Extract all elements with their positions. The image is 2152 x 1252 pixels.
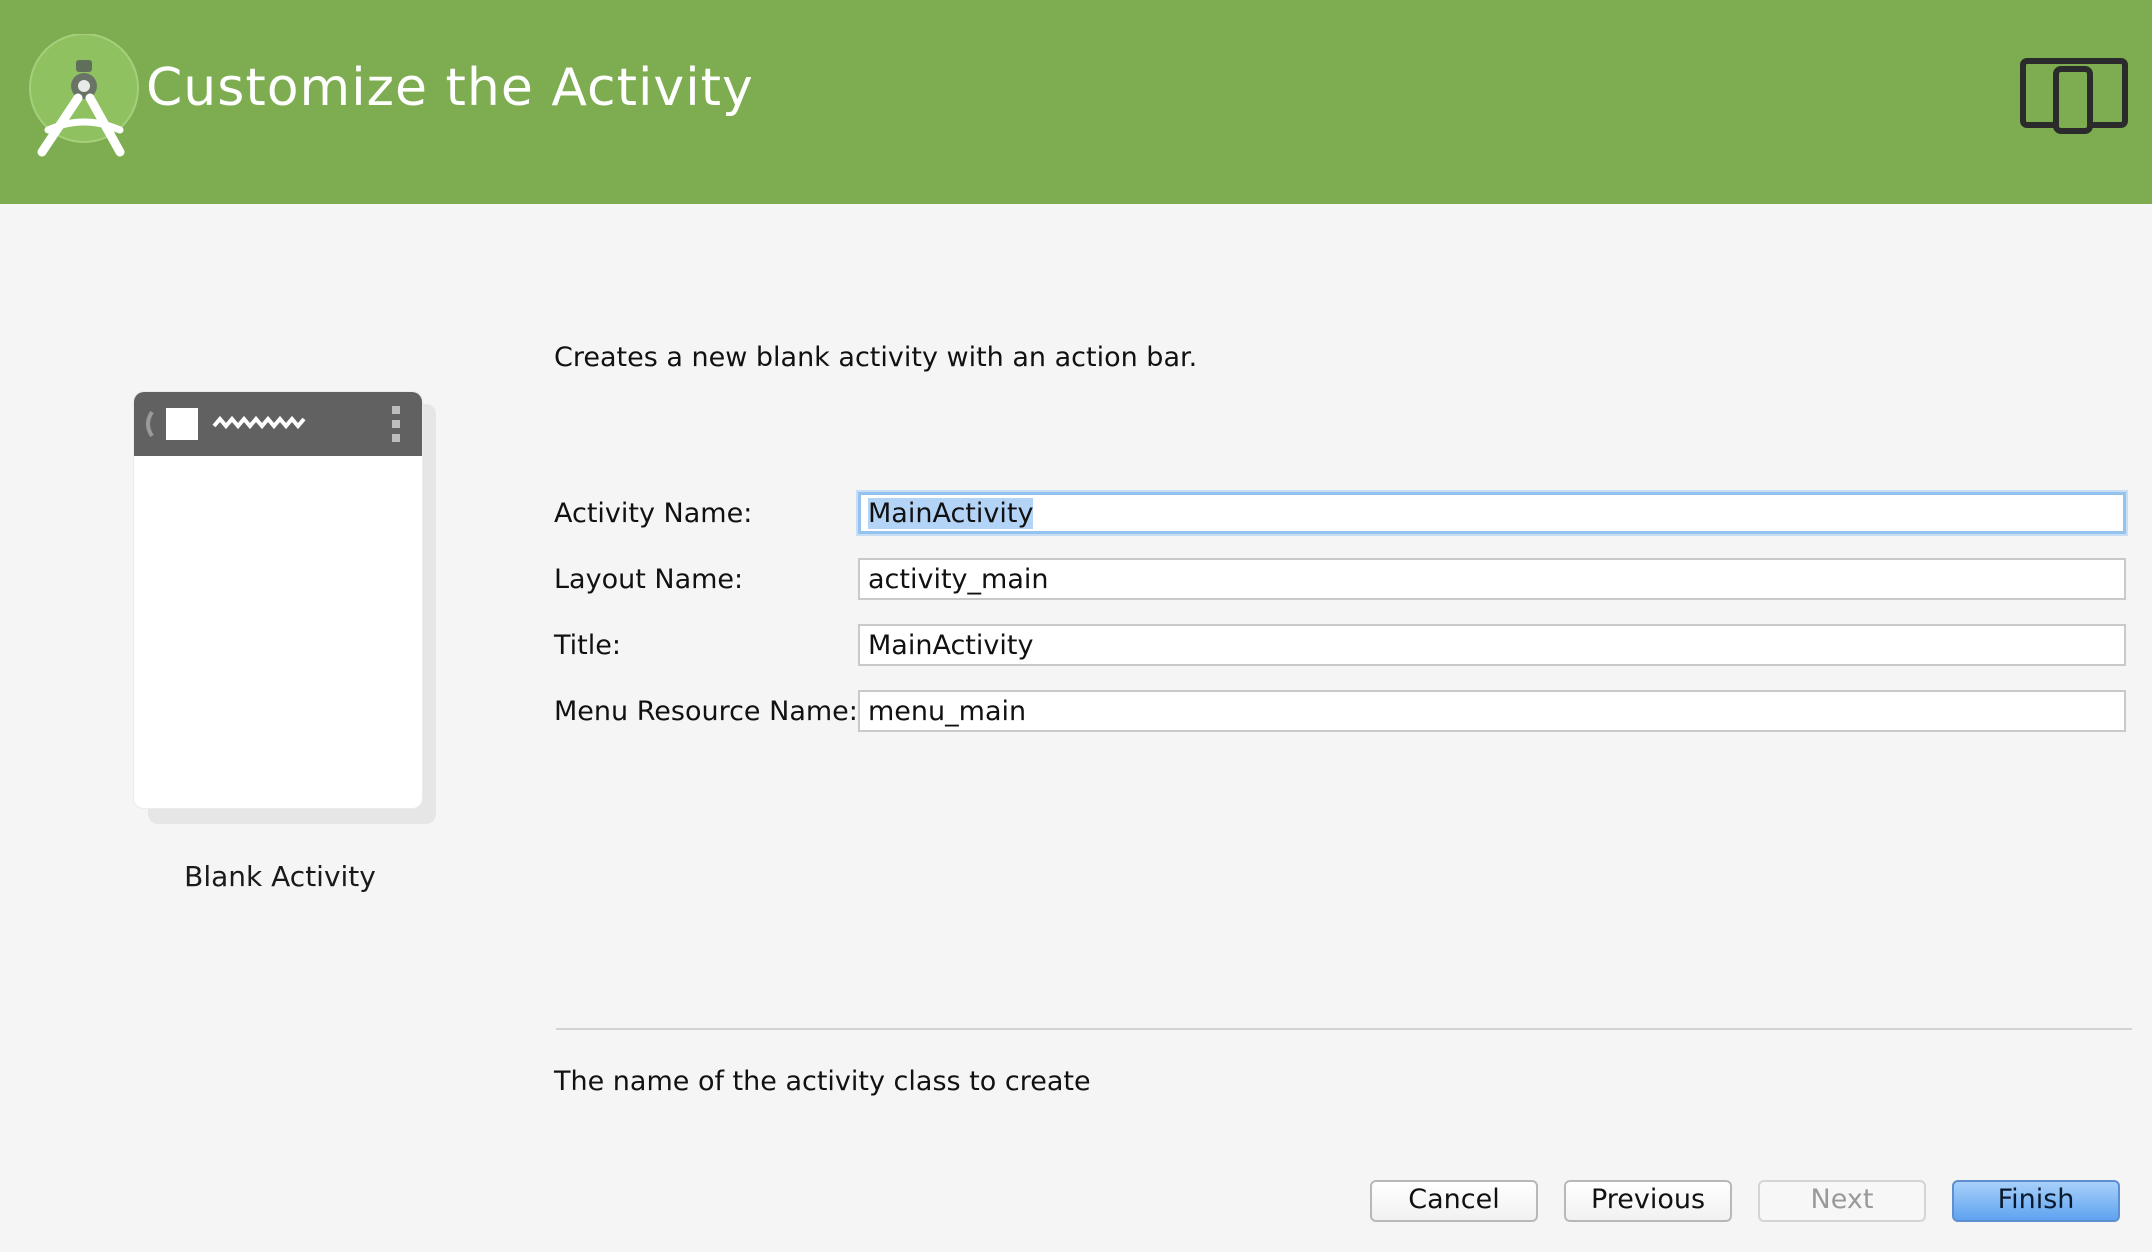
title-label: Title: — [554, 630, 621, 661]
field-help-text: The name of the activity class to create — [554, 1066, 1091, 1097]
title-value: MainActivity — [868, 630, 1034, 661]
activity-name-label: Activity Name: — [554, 498, 753, 529]
finish-button[interactable]: Finish — [1952, 1180, 2120, 1222]
preview-caption: Blank Activity — [184, 860, 376, 893]
activity-name-field[interactable]: MainActivity — [858, 492, 2126, 534]
divider — [556, 1028, 2132, 1030]
title-field[interactable]: MainActivity — [858, 624, 2126, 666]
layout-name-field[interactable]: activity_main — [858, 558, 2126, 600]
wizard-header: Customize the Activity — [0, 0, 2152, 204]
cancel-button[interactable]: Cancel — [1370, 1180, 1538, 1222]
action-bar-glyphs-icon — [146, 406, 400, 442]
tablet-phone-icon — [2020, 58, 2128, 134]
next-button[interactable]: Next — [1758, 1180, 1926, 1222]
activity-name-value: MainActivity — [868, 498, 1034, 529]
activity-preview — [134, 392, 422, 808]
page-title: Customize the Activity — [146, 58, 754, 118]
activity-description: Creates a new blank activity with an act… — [554, 342, 1198, 373]
previous-button[interactable]: Previous — [1564, 1180, 1732, 1222]
menu-resource-name-label: Menu Resource Name: — [554, 696, 858, 727]
preview-action-bar — [134, 392, 422, 456]
menu-resource-name-field[interactable]: menu_main — [858, 690, 2126, 732]
android-studio-logo-icon — [29, 34, 139, 157]
menu-resource-name-value: menu_main — [868, 696, 1027, 727]
layout-name-label: Layout Name: — [554, 564, 744, 595]
layout-name-value: activity_main — [868, 564, 1049, 595]
